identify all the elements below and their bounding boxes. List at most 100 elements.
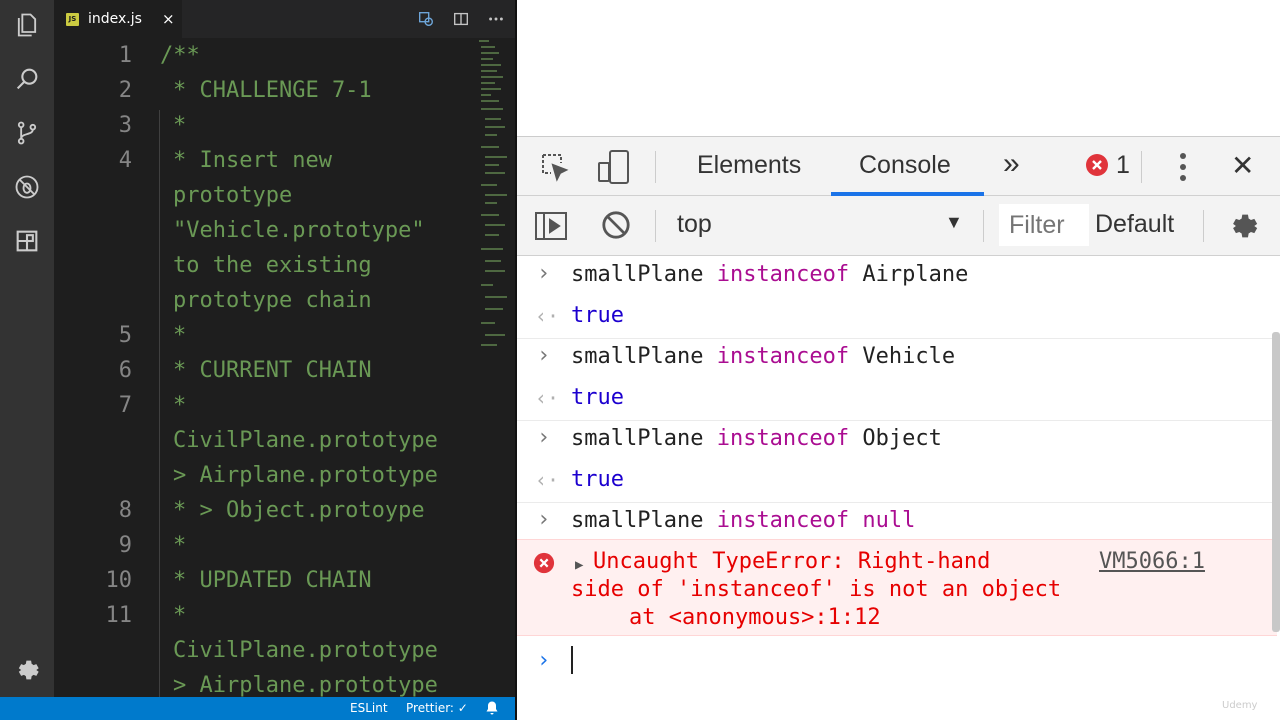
code-text: prototype [173, 183, 293, 208]
error-source-link[interactable]: VM5066:1 [1099, 549, 1205, 574]
toolbar-separator [1141, 151, 1142, 183]
code-text: * CHALLENGE 7-1 [173, 78, 372, 103]
console-prompt[interactable]: › [517, 636, 1277, 686]
console-scrollbar[interactable] [1272, 332, 1280, 632]
console-command[interactable]: smallPlane instanceof Airplane [571, 262, 968, 287]
device-toolbar-icon[interactable] [595, 147, 633, 187]
more-actions-icon[interactable] [486, 9, 506, 29]
browser-page-viewport [517, 0, 1280, 136]
code-line: 2 * CHALLENGE 7-1 [54, 73, 474, 108]
minimap-line [481, 46, 495, 48]
log-levels-select[interactable]: Default [1095, 210, 1174, 239]
minimap-line [485, 164, 499, 166]
code-line: prototype chain [54, 283, 474, 318]
code-text: * [173, 323, 187, 348]
code-text: to the existing [173, 253, 372, 278]
code-line: CivilPlane.prototype [54, 633, 474, 668]
console-result: true [571, 303, 624, 328]
eslint-status[interactable]: ESLint [350, 701, 388, 715]
console-input-cursor[interactable] [571, 646, 573, 674]
input-prompt-icon: › [537, 261, 551, 286]
minimap-line [481, 52, 499, 54]
debug-icon[interactable] [12, 172, 42, 202]
code-line: 10 * UPDATED CHAIN [54, 563, 474, 598]
minimap-line [481, 108, 503, 110]
error-text-line: side of 'instanceof' is not an object [571, 577, 1062, 602]
error-icon [533, 552, 555, 574]
console-result: true [571, 467, 624, 492]
clear-console-icon[interactable] [599, 208, 633, 242]
console-settings-gear-icon[interactable] [1225, 208, 1261, 244]
split-editor-icon[interactable] [451, 9, 471, 29]
minimap-line [481, 284, 493, 286]
code-area[interactable]: 1/** 2 * CHALLENGE 7-1 3 * 4 * Insert new p… [54, 38, 474, 697]
tab-elements[interactable]: Elements [697, 151, 801, 180]
code-line: "Vehicle.prototype" [54, 213, 474, 248]
console-input-row: › smallPlane instanceof Airplane [517, 256, 1277, 297]
code-text: * > Object.protoype [173, 498, 425, 523]
execution-context-select[interactable]: top [677, 210, 712, 239]
console-result-row: ‹· true [517, 379, 1277, 420]
tab-close-icon[interactable]: × [162, 10, 175, 28]
console-command[interactable]: smallPlane instanceof null [571, 508, 915, 533]
code-line: 1 /** [54, 38, 474, 73]
code-text: * CURRENT CHAIN [173, 358, 372, 383]
notifications-bell-icon[interactable] [484, 700, 500, 716]
more-tabs-chevron-icon[interactable]: » [1003, 147, 1020, 181]
settings-gear-icon[interactable] [12, 655, 42, 685]
code-text: * Insert new [173, 148, 332, 173]
code-text: /** [160, 43, 200, 68]
filter-placeholder: Filter [1009, 211, 1065, 239]
error-count-icon[interactable] [1085, 153, 1109, 177]
line-number: 5 [118, 323, 132, 348]
code-line: 9 * [54, 528, 474, 563]
code-line: 4 * Insert new [54, 143, 474, 178]
code-line: 7 * [54, 388, 474, 423]
code-text: * [173, 533, 187, 558]
minimap-line [481, 70, 497, 72]
devtools-main-toolbar: Elements Console » 1 ✕ [517, 136, 1280, 196]
toolbar-separator [655, 210, 656, 242]
error-text-line: Uncaught TypeError: Right-hand [593, 549, 991, 574]
result-arrow-icon: ‹· [535, 386, 560, 410]
editor-tab-index-js[interactable]: JS index.js × [54, 0, 182, 38]
code-editor: JS index.js × 1/** 2 * CHALLENGE 7-1 3 * 4… [54, 0, 515, 697]
code-text: * [173, 393, 187, 418]
error-count[interactable]: 1 [1116, 151, 1130, 180]
udemy-watermark: Udemy [1222, 700, 1258, 711]
toolbar-separator [983, 210, 984, 242]
console-filter-input[interactable]: Filter [999, 204, 1089, 246]
line-number: 1 [118, 43, 132, 68]
minimap-line [485, 172, 505, 174]
console-command[interactable]: smallPlane instanceof Object [571, 426, 942, 451]
console-messages[interactable]: › smallPlane instanceof Airplane ‹· true… [517, 256, 1277, 720]
code-text: * [173, 113, 187, 138]
context-dropdown-arrow-icon[interactable]: ▼ [945, 212, 963, 233]
minimap[interactable] [477, 38, 507, 358]
console-result-row: ‹· true [517, 297, 1277, 338]
code-text: * UPDATED CHAIN [173, 568, 372, 593]
console-entry: › smallPlane instanceof Airplane ‹· true [517, 256, 1277, 339]
minimap-line [485, 308, 503, 310]
open-changes-icon[interactable] [416, 9, 436, 29]
close-devtools-icon[interactable]: ✕ [1231, 149, 1254, 182]
toolbar-separator [1203, 210, 1204, 242]
input-prompt-icon: › [537, 343, 551, 368]
expand-triangle-icon[interactable]: ▶ [575, 557, 583, 573]
console-command[interactable]: smallPlane instanceof Vehicle [571, 344, 955, 369]
source-control-icon[interactable] [12, 118, 42, 148]
explorer-files-icon[interactable] [12, 10, 42, 40]
inspect-element-icon[interactable] [537, 149, 573, 185]
show-sidebar-icon[interactable] [533, 208, 569, 244]
line-number: 7 [118, 393, 132, 418]
minimap-line [481, 82, 495, 84]
minimap-line [481, 76, 503, 78]
error-stack-line: at <anonymous>:1:12 [629, 605, 881, 630]
code-line: 11 * [54, 598, 474, 633]
devtools-menu-kebab-icon[interactable] [1171, 149, 1195, 185]
search-icon[interactable] [12, 64, 42, 94]
status-bar: ESLint Prettier: ✓ [0, 697, 515, 720]
extensions-icon[interactable] [12, 226, 42, 256]
tab-console[interactable]: Console [859, 151, 951, 180]
prettier-status[interactable]: Prettier: ✓ [406, 701, 468, 715]
